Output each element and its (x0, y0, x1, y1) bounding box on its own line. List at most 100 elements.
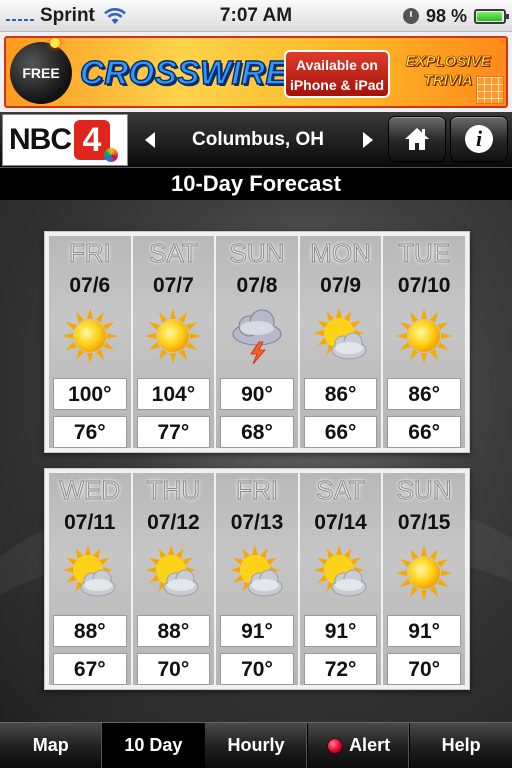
logo-nbc-text: NBC (9, 123, 72, 156)
high-temp: 88° (136, 615, 211, 647)
low-temp: 76° (53, 416, 127, 448)
high-temp: 100° (53, 378, 127, 410)
crossword-grid-icon (476, 76, 504, 104)
thunderstorm-icon (227, 306, 287, 366)
sunny-icon (394, 306, 454, 366)
ad-creative[interactable]: FREE CROSSWIRE Available on iPhone & iPa… (4, 36, 508, 108)
high-temp: 86° (387, 378, 461, 410)
tab-label: 10 Day (124, 735, 183, 755)
day-name: FRI (236, 475, 279, 506)
low-temp: 72° (303, 653, 378, 685)
ad-availability-line2: iPhone & iPad (289, 77, 385, 93)
home-icon (405, 128, 429, 150)
tab-label: Map (32, 735, 69, 755)
day-name: THU (146, 475, 201, 506)
low-temp: 67° (53, 653, 127, 685)
bomb-icon: FREE (10, 38, 72, 104)
high-temp: 104° (136, 378, 211, 410)
low-temp: 66° (387, 416, 461, 448)
battery-percentage: 98 % (425, 5, 467, 26)
next-location-button[interactable] (348, 112, 388, 168)
low-temp: 68° (220, 416, 294, 448)
day-name: SUN (229, 238, 285, 269)
location-label[interactable]: Columbus, OH (170, 112, 346, 168)
high-temp: 91° (220, 615, 294, 647)
partly-cloudy-icon (143, 543, 203, 603)
tab-map[interactable]: Map (0, 723, 103, 768)
page-title: 10-Day Forecast (0, 168, 512, 200)
partly-cloudy-icon (311, 543, 371, 603)
tab-alert[interactable]: Alert (308, 723, 411, 768)
peacock-icon (104, 148, 118, 162)
forecast-day-card[interactable]: TUE 07/10 86° 66° (383, 236, 465, 448)
low-temp: 70° (220, 653, 294, 685)
ad-title: CROSSWIRE (79, 53, 289, 92)
home-button[interactable] (388, 116, 446, 162)
high-temp: 91° (303, 615, 378, 647)
partly-cloudy-icon (227, 543, 287, 603)
alert-dot-icon (327, 737, 344, 754)
sunny-icon (394, 543, 454, 603)
forecast-day-card[interactable]: FRI 07/13 91° 70° (216, 473, 298, 685)
forecast-day-card[interactable]: SUN 07/8 90° 68° (216, 236, 298, 448)
high-temp: 88° (53, 615, 127, 647)
sunny-icon (60, 306, 120, 366)
info-button[interactable]: i (450, 116, 508, 162)
station-logo: NBC 4 (2, 114, 128, 166)
tab-hourly[interactable]: Hourly (205, 723, 308, 768)
forecast-row-2: WED 07/11 88° 67° THU 07/12 88° 70° FRI … (44, 468, 470, 690)
forecast-day-card[interactable]: MON 07/9 86° 66° (299, 236, 382, 448)
day-name: SUN (396, 475, 452, 506)
day-date: 07/7 (152, 274, 194, 297)
status-bar: Sprint 7:07 AM 98 % (0, 0, 512, 32)
day-date: 07/12 (147, 511, 200, 534)
high-temp: 86° (303, 378, 378, 410)
battery-icon (474, 8, 509, 24)
logo-channel-number: 4 (74, 120, 118, 162)
tab-label: Help (441, 735, 481, 755)
partly-cloudy-icon (60, 543, 120, 603)
previous-location-button[interactable] (130, 112, 170, 168)
tab-label: Alert (349, 735, 391, 755)
triangle-left-icon (145, 132, 155, 148)
day-date: 07/15 (397, 511, 451, 534)
day-name: FRI (68, 238, 111, 269)
day-date: 07/14 (314, 511, 367, 534)
low-temp: 70° (387, 653, 461, 685)
status-right: 98 % (402, 0, 509, 32)
tab-help[interactable]: Help (410, 723, 512, 768)
sunny-icon (143, 306, 203, 366)
forecast-day-card[interactable]: SAT 07/14 91° 72° (299, 473, 382, 685)
day-date: 07/9 (320, 274, 362, 297)
ad-free-label: FREE (22, 65, 60, 81)
day-date: 07/10 (397, 274, 451, 297)
forecast-day-card[interactable]: THU 07/12 88° 70° (132, 473, 215, 685)
ad-tagline-line1: EXPLOSIVE (405, 53, 491, 71)
high-temp: 90° (220, 378, 294, 410)
ad-availability-badge: Available on iPhone & iPad (284, 50, 390, 98)
low-temp: 70° (136, 653, 211, 685)
day-date: 07/11 (64, 511, 116, 534)
day-name: SAT (316, 475, 366, 506)
tab-10-day[interactable]: 10 Day (102, 723, 206, 768)
day-name: SAT (149, 238, 199, 269)
ad-availability-line1: Available on (296, 57, 378, 73)
orientation-lock-icon (402, 8, 419, 24)
triangle-right-icon (363, 132, 373, 148)
tab-bar: Map 10 Day Hourly Alert Help (0, 722, 512, 768)
forecast-row-1: FRI 07/6 100° 76° SAT 07/7 104° 77° SUN … (44, 231, 470, 453)
ad-banner[interactable]: FREE CROSSWIRE Available on iPhone & iPa… (0, 32, 512, 112)
forecast-day-card[interactable]: WED 07/11 88° 67° (49, 473, 131, 685)
day-name: WED (59, 475, 121, 506)
nav-bar: NBC 4 Columbus, OH i (0, 112, 512, 168)
day-date: 07/6 (69, 274, 111, 297)
day-name: MON (310, 238, 372, 269)
forecast-day-card[interactable]: SUN 07/15 91° 70° (383, 473, 465, 685)
forecast-day-card[interactable]: SAT 07/7 104° 77° (132, 236, 215, 448)
day-date: 07/13 (230, 511, 284, 534)
low-temp: 77° (136, 416, 211, 448)
high-temp: 91° (387, 615, 461, 647)
day-name: TUE (398, 238, 451, 269)
forecast-day-card[interactable]: FRI 07/6 100° 76° (49, 236, 131, 448)
info-icon: i (465, 125, 493, 153)
